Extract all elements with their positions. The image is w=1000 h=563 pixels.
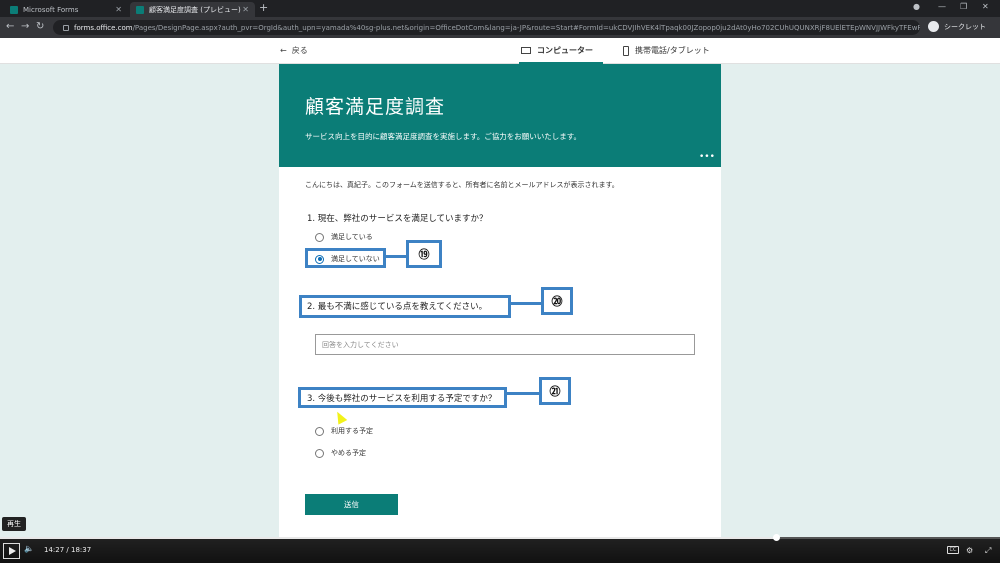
mobile-label: 携帯電話/タブレット [635, 46, 710, 55]
option-label: 利用する予定 [331, 427, 373, 435]
submit-button[interactable]: 送信 [305, 494, 398, 515]
video-player-bar: 🔈 14:27 / 18:37 CC ⚙ ⤢ [0, 534, 1000, 563]
progress-fill [0, 537, 776, 539]
greeting-text: こんにちは、真紀子。このフォームを送信すると、所有者に名前とメールアドレスが表示… [305, 181, 619, 189]
volume-icon[interactable]: 🔈 [24, 544, 34, 553]
annotation-callout-21: ㉑ [539, 377, 571, 405]
answer-placeholder: 回答を入力してください [322, 340, 399, 349]
back-button[interactable]: ← 戻る [280, 45, 308, 56]
more-options-icon[interactable]: ••• [699, 152, 715, 162]
tab-survey-preview[interactable]: 顧客満足度調査 (プレビュー) Micros ✕ [130, 2, 255, 17]
radio-icon[interactable] [315, 232, 324, 242]
settings-gear-icon[interactable]: ⚙ [966, 546, 973, 555]
current-time: 14:27 [44, 546, 65, 554]
fullscreen-icon[interactable]: ⤢ [985, 546, 991, 556]
url-path: /Pages/DesignPage.aspx?auth_pvr=OrgId&au… [132, 23, 920, 32]
browser-tab-bar: Microsoft Forms ✕ 顧客満足度調査 (プレビュー) Micros… [0, 0, 1000, 17]
progress-knob[interactable] [773, 534, 780, 541]
annotation-connector-20 [510, 302, 543, 305]
question-1-label: 1. 現在、弊社のサービスを満足していますか？ [307, 214, 488, 224]
url-host: forms.office.com [74, 23, 133, 32]
incognito-icon [928, 21, 939, 32]
radio-icon[interactable] [315, 426, 324, 436]
new-tab-icon[interactable]: + [259, 1, 268, 14]
q3-option-will-stop[interactable]: やめる予定 [315, 448, 366, 458]
annotation-callout-20: ⑳ [541, 287, 573, 315]
forms-favicon-icon [10, 5, 18, 14]
play-button[interactable] [3, 543, 20, 559]
forward-arrow-icon[interactable]: → [21, 21, 29, 32]
annotation-highlight-19 [305, 248, 386, 268]
tab-title: Microsoft Forms [23, 5, 79, 14]
annotation-connector-21 [506, 392, 540, 395]
lock-icon [63, 24, 69, 31]
option-label: 満足している [331, 233, 373, 241]
computer-label: コンピューター [537, 46, 593, 55]
time-separator: / [66, 546, 69, 554]
form-header: 顧客満足度調査 サービス向上を目的に顧客満足度調査を実施します。ご協力をお願いい… [279, 64, 721, 167]
annotation-connector-19 [385, 255, 407, 258]
option-label: やめる予定 [331, 449, 366, 457]
tab-mobile[interactable]: 携帯電話/タブレット [623, 45, 710, 56]
q3-option-will-use[interactable]: 利用する予定 [315, 426, 373, 436]
captions-icon[interactable]: CC [947, 546, 959, 554]
phone-icon [623, 45, 629, 56]
annotation-highlight-21 [298, 387, 507, 408]
total-time: 18:37 [71, 546, 92, 554]
progress-track[interactable] [0, 534, 1000, 541]
time-display: 14:27 / 18:37 [44, 546, 91, 554]
address-bar-row: ← → ↻ forms.office.com/Pages/DesignPage.… [0, 17, 1000, 38]
minimize-icon[interactable]: — [938, 2, 946, 11]
forms-favicon-icon [136, 5, 144, 14]
incognito-badge[interactable]: シークレット [928, 21, 986, 32]
restore-icon[interactable]: ❐ [960, 2, 967, 11]
close-tab-icon[interactable]: ✕ [115, 5, 122, 14]
tab-microsoft-forms[interactable]: Microsoft Forms ✕ [4, 2, 128, 17]
answer-input[interactable]: 回答を入力してください [315, 334, 695, 355]
back-arrow-icon[interactable]: ← [6, 21, 14, 32]
reload-icon[interactable]: ↻ [36, 21, 44, 32]
form-title: 顧客満足度調査 [305, 96, 446, 118]
monitor-icon [521, 47, 531, 54]
annotation-callout-19: ⑲ [406, 240, 442, 268]
tab-computer[interactable]: コンピューター [521, 45, 593, 56]
close-window-icon[interactable]: ✕ [982, 2, 989, 11]
play-tooltip: 再生 [2, 517, 26, 531]
back-arrow-icon: ← [280, 46, 287, 55]
q1-option-satisfied[interactable]: 満足している [315, 232, 373, 242]
close-tab-icon[interactable]: ✕ [242, 5, 249, 14]
incognito-label: シークレット [944, 22, 986, 31]
form-description: サービス向上を目的に顧客満足度調査を実施します。ご協力をお願いいたします。 [305, 132, 581, 141]
tab-search-icon[interactable]: ● [913, 2, 920, 11]
tab-title: 顧客満足度調査 (プレビュー) Micros [149, 5, 242, 14]
radio-icon[interactable] [315, 448, 324, 458]
back-label: 戻る [291, 46, 308, 55]
url-input[interactable]: forms.office.com/Pages/DesignPage.aspx?a… [53, 20, 920, 35]
preview-bar: ← 戻る コンピューター 携帯電話/タブレット [0, 38, 1000, 64]
annotation-highlight-20 [299, 295, 511, 318]
